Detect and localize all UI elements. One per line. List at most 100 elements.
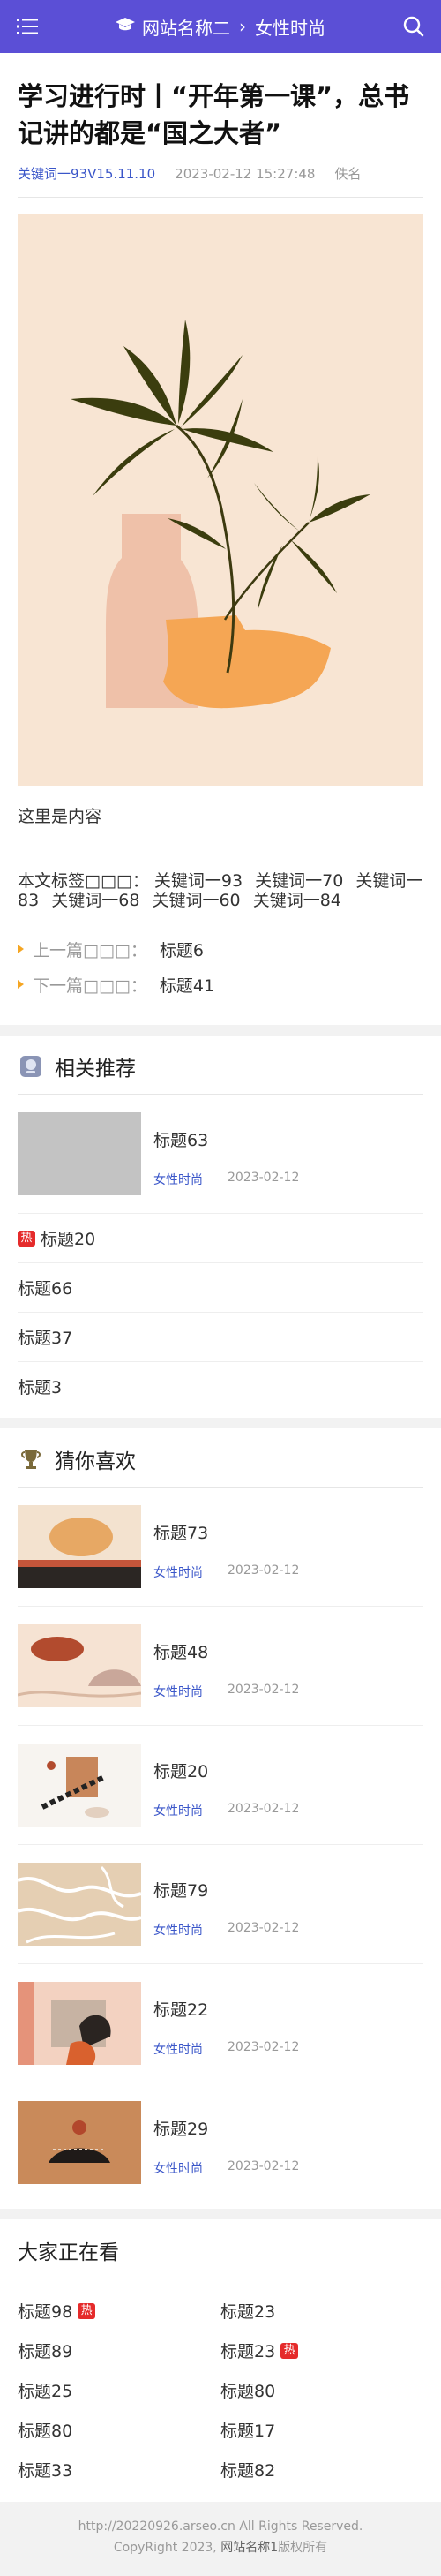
grid-item[interactable]: 标题80	[220, 2370, 423, 2410]
article-title: 学习进行时丨“开年第一课”，总书记讲的都是“国之大者”	[18, 81, 410, 148]
footer-copyright: CopyRight 2023, 网站名称1版权所有	[0, 2537, 441, 2558]
card-category: 女性时尚	[153, 1565, 203, 1580]
menu-icon[interactable]	[16, 15, 39, 38]
thumbnail	[18, 1982, 141, 2065]
guess-card[interactable]: 标题48 女性时尚 2023-02-12	[18, 1607, 423, 1726]
card-title: 标题79	[153, 1880, 209, 1901]
tag-link[interactable]: 关键词一60	[152, 891, 240, 910]
card-date: 2023-02-12	[228, 2158, 300, 2173]
footer: http://20220926.arseo.cn All Rights Rese…	[0, 2502, 441, 2576]
card-category: 女性时尚	[153, 2161, 203, 2176]
watching-grid: 标题98 热 标题23 标题89 标题23 热 标题25 标题80 标题80 标题1…	[18, 2278, 423, 2489]
list-item-title: 标题20	[41, 1230, 96, 1249]
rights-text: 版权所有	[278, 2541, 328, 2555]
article-author: 佚名	[334, 166, 362, 182]
thumbnail	[18, 1505, 141, 1588]
guess-card[interactable]: 标题79 女性时尚 2023-02-12	[18, 1845, 423, 1964]
trophy-icon	[18, 1446, 44, 1473]
guess-card[interactable]: 标题73 女性时尚 2023-02-12	[18, 1488, 423, 1607]
grid-item[interactable]: 标题23	[220, 2291, 423, 2331]
card-category: 女性时尚	[153, 1804, 203, 1819]
grid-item[interactable]: 标题17	[220, 2410, 423, 2450]
next-article: 下一篇□□□： 标题41	[18, 967, 423, 1002]
card-category: 女性时尚	[153, 2042, 203, 2057]
prev-label: 上一篇□□□：	[33, 940, 147, 960]
breadcrumb: 网站名称二 › 女性时尚	[116, 14, 325, 40]
breadcrumb-home[interactable]: 网站名称二	[116, 14, 230, 40]
triangle-right-icon	[18, 945, 24, 953]
grid-item-title: 标题80	[220, 2382, 276, 2401]
list-item-title: 标题3	[18, 1378, 63, 1397]
prev-next-nav: 上一篇□□□： 标题6 下一篇□□□： 标题41	[18, 931, 423, 1002]
guess-section: 猜你喜欢 标题73 女性时尚 2023-02-12 标题48 女性时尚 2023-0…	[0, 1428, 441, 2209]
thumbnail	[18, 1863, 141, 1946]
hot-badge: 热	[280, 2342, 299, 2359]
list-item[interactable]: 标题3	[18, 1362, 423, 1411]
card-category: 女性时尚	[153, 1172, 203, 1187]
graduation-cap-icon	[116, 16, 135, 37]
triangle-right-icon	[18, 980, 24, 989]
grid-item[interactable]: 标题80	[18, 2410, 220, 2450]
recommend-icon	[18, 1053, 44, 1080]
card-title: 标题48	[153, 1642, 209, 1662]
card-date: 2023-02-12	[228, 2039, 300, 2054]
top-bar: 网站名称二 › 女性时尚	[0, 0, 441, 53]
section-title: 相关推荐	[55, 1058, 136, 1081]
grid-item[interactable]: 标题33	[18, 2450, 220, 2489]
section-header: 相关推荐	[18, 1051, 423, 1095]
guess-card[interactable]: 标题20 女性时尚 2023-02-12	[18, 1726, 423, 1845]
thumbnail	[18, 1744, 141, 1827]
grid-item[interactable]: 标题98 热	[18, 2291, 220, 2331]
next-article-link[interactable]: 标题41	[160, 973, 214, 997]
article: 学习进行时丨“开年第一课”，总书记讲的都是“国之大者” 关键词一93V15.11…	[0, 53, 441, 1025]
grid-item-title: 标题82	[220, 2461, 276, 2481]
card-title: 标题22	[153, 2000, 209, 2020]
card-date: 2023-02-12	[228, 1920, 300, 1935]
tag-link[interactable]: 关键词一93	[154, 871, 243, 891]
site-name: 网站名称二	[142, 17, 230, 39]
related-card[interactable]: 标题63 女性时尚 2023-02-12	[18, 1095, 423, 1214]
related-section: 相关推荐 标题63 女性时尚 2023-02-12 热 标题20 标题66 标题…	[0, 1036, 441, 1418]
prev-article: 上一篇□□□： 标题6	[18, 931, 423, 967]
grid-item[interactable]: 标题89	[18, 2331, 220, 2370]
grid-item[interactable]: 标题25	[18, 2370, 220, 2410]
guess-card[interactable]: 标题22 女性时尚 2023-02-12	[18, 1964, 423, 2083]
search-icon[interactable]	[402, 15, 425, 38]
tag-link[interactable]: 关键词一84	[253, 891, 341, 910]
section-header: 大家正在看	[18, 2235, 423, 2278]
section-title: 猜你喜欢	[55, 1450, 136, 1473]
card-title: 标题73	[153, 1523, 209, 1543]
card-date: 2023-02-12	[228, 1170, 300, 1185]
article-keyword-link[interactable]: 关键词一93V15.11.10	[18, 164, 155, 183]
hot-badge: 热	[18, 1230, 35, 1247]
article-tags: 本文标签□□□： 关键词一93 关键词一70 关键词一83 关键词一68 关键词…	[18, 871, 423, 910]
next-label: 下一篇□□□：	[33, 975, 147, 996]
thumbnail	[18, 1112, 141, 1195]
list-item[interactable]: 标题66	[18, 1263, 423, 1313]
tag-link[interactable]: 关键词一70	[255, 871, 343, 891]
guess-card[interactable]: 标题29 女性时尚 2023-02-12	[18, 2083, 423, 2202]
list-item-title: 标题66	[18, 1279, 73, 1299]
watching-section: 大家正在看 标题98 热 标题23 标题89 标题23 热 标题25 标题80 标题…	[0, 2219, 441, 2502]
divider	[18, 197, 423, 198]
prev-article-link[interactable]: 标题6	[160, 938, 204, 961]
hot-badge: 热	[78, 2302, 96, 2319]
card-category: 女性时尚	[153, 1684, 203, 1699]
card-category: 女性时尚	[153, 1923, 203, 1938]
tag-link[interactable]: 关键词一68	[51, 891, 139, 910]
list-item[interactable]: 热 标题20	[18, 1214, 423, 1263]
thumbnail	[18, 1624, 141, 1707]
footer-brand-link[interactable]: 网站名称1	[220, 2541, 278, 2555]
section-title: 大家正在看	[18, 2241, 119, 2264]
copyright-text: CopyRight 2023,	[113, 2541, 217, 2555]
footer-url: http://20220926.arseo.cn All Rights Rese…	[78, 2520, 363, 2534]
breadcrumb-category[interactable]: 女性时尚	[255, 14, 325, 40]
card-date: 2023-02-12	[228, 1801, 300, 1816]
grid-item[interactable]: 标题82	[220, 2450, 423, 2489]
list-item[interactable]: 标题37	[18, 1313, 423, 1362]
grid-item[interactable]: 标题23 热	[220, 2331, 423, 2370]
article-content: 这里是内容	[18, 807, 102, 826]
list-item-title: 标题37	[18, 1329, 73, 1348]
grid-item-title: 标题80	[18, 2422, 73, 2441]
card-title: 标题20	[153, 1761, 209, 1781]
